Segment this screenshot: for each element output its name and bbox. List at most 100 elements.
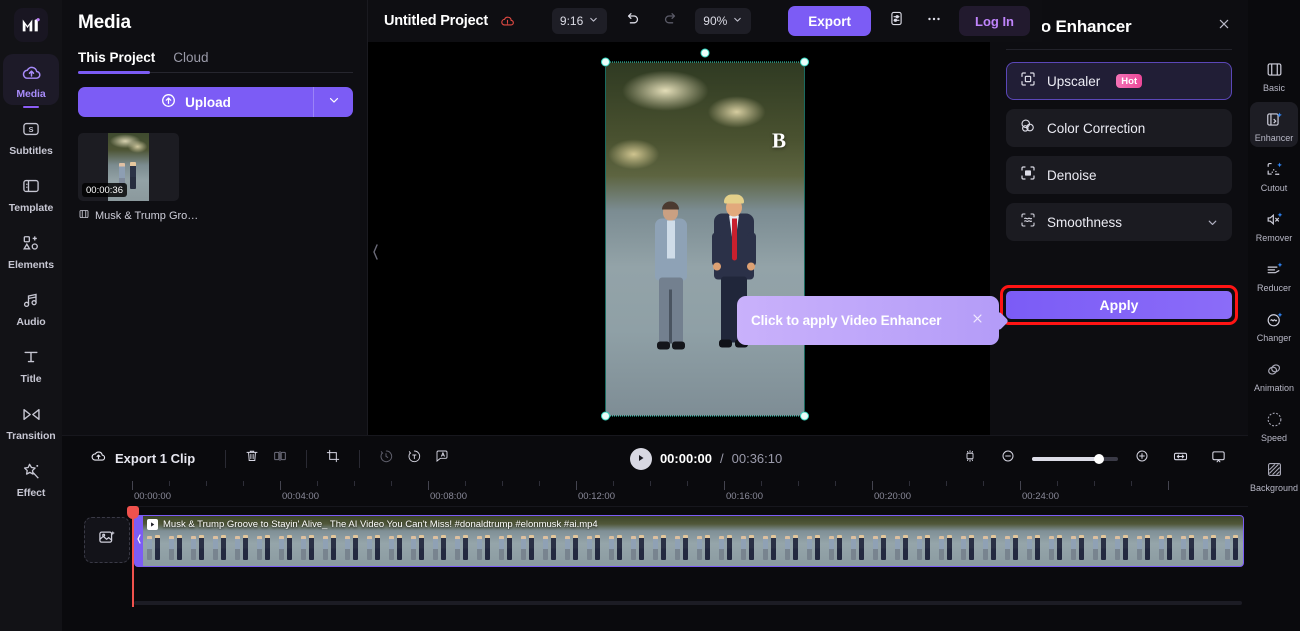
preview-render-button[interactable] — [1204, 446, 1232, 472]
upload-dropdown-button[interactable] — [313, 87, 353, 117]
chevron-down-icon[interactable] — [1206, 216, 1219, 229]
rotate-handle[interactable] — [700, 48, 710, 57]
resize-handle-bottom-right[interactable] — [800, 411, 809, 420]
tab-this-project[interactable]: This Project — [78, 50, 155, 72]
unsaved-cloud-warning-icon[interactable] — [500, 14, 515, 29]
split-button[interactable] — [266, 446, 294, 472]
panel-close-button[interactable] — [1216, 16, 1232, 37]
feature-denoise[interactable]: Denoise — [1006, 156, 1232, 194]
export-button[interactable]: Export — [788, 6, 872, 36]
sidebar-item-elements[interactable]: Elements — [3, 225, 59, 276]
undo-button[interactable] — [619, 8, 645, 34]
play-button[interactable] — [629, 447, 652, 470]
timeline-horizontal-scrollbar[interactable] — [134, 601, 1242, 605]
right-rail-item-basic[interactable]: Basic — [1250, 52, 1298, 97]
snap-magnet-icon — [962, 448, 978, 469]
cloud-upload-icon — [20, 61, 42, 83]
right-rail-item-remover[interactable]: Remover — [1250, 202, 1298, 247]
fit-to-screen-button[interactable] — [1166, 446, 1194, 472]
sidebar-item-title[interactable]: Title — [3, 339, 59, 390]
ruler-label: 00:04:00 — [282, 491, 319, 502]
timeline-zoom-slider[interactable] — [1032, 453, 1118, 464]
timeline-zoom-controls — [956, 446, 1232, 472]
feature-label: Upscaler — [1047, 73, 1101, 89]
sidebar-item-effect[interactable]: Effect — [3, 453, 59, 504]
callout-close-button[interactable] — [970, 311, 985, 331]
elements-shapes-icon — [20, 232, 42, 254]
project-title[interactable]: Untitled Project — [384, 13, 488, 29]
timeline-ruler[interactable]: 00:00:00 00:04:00 00:08:00 00:12:00 00:1… — [132, 481, 1248, 507]
add-image-track-button[interactable] — [84, 517, 130, 563]
zoom-in-button[interactable] — [1128, 446, 1156, 472]
panel-divider — [1006, 49, 1232, 50]
resize-handle-top-left[interactable] — [601, 57, 610, 66]
app-logo — [14, 8, 48, 42]
right-rail-label: Changer — [1256, 333, 1292, 343]
right-rail-item-background[interactable]: Background — [1250, 452, 1298, 497]
zoom-slider-knob[interactable] — [1094, 453, 1104, 464]
clip-trim-handle-left[interactable] — [135, 516, 143, 566]
left-navigation-rail: Media S Subtitles Template Elements Audi… — [0, 0, 62, 631]
resize-handle-bottom-left[interactable] — [601, 411, 610, 420]
right-rail-item-reducer[interactable]: Reducer — [1250, 252, 1298, 297]
sidebar-item-transition[interactable]: Transition — [3, 396, 59, 447]
cloud-upload-icon — [160, 92, 177, 112]
ruler-label: 00:24:00 — [1022, 491, 1059, 502]
right-rail-item-animation[interactable]: Animation — [1250, 352, 1298, 397]
feature-upscaler[interactable]: Upscaler Hot — [1006, 62, 1232, 100]
sidebar-item-media[interactable]: Media — [3, 54, 59, 105]
crop-button[interactable] — [319, 446, 347, 472]
media-thumbnail[interactable]: 00:00:36 — [78, 133, 179, 201]
playhead-knob[interactable] — [127, 506, 139, 519]
auto-caption-button[interactable] — [428, 446, 456, 472]
preview-area: Untitled Project 9:16 90% Export Log In … — [368, 0, 1042, 435]
right-rail-label: Basic — [1262, 83, 1285, 93]
feature-smoothness[interactable]: Smoothness — [1006, 203, 1232, 241]
sidebar-item-label: Media — [16, 88, 46, 100]
resize-handle-top-right[interactable] — [800, 57, 809, 66]
more-options-button[interactable] — [921, 8, 947, 34]
timeline-clip[interactable]: Musk & Trump Groove to Stayin' Alive_ Th… — [134, 515, 1244, 567]
zoom-out-button[interactable] — [994, 446, 1022, 472]
text-to-speech-button[interactable] — [400, 446, 428, 472]
video-canvas[interactable]: B — [601, 48, 809, 420]
media-item[interactable]: 00:00:36 Musk & Trump Gro… — [78, 133, 198, 223]
timeline-playhead[interactable] — [127, 506, 139, 607]
status-badge: Hot — [1116, 74, 1143, 88]
export-settings-button[interactable] — [883, 8, 909, 34]
snap-magnet-button[interactable] — [956, 446, 984, 472]
preview-stage[interactable]: B — [368, 42, 1042, 435]
speed-button[interactable] — [372, 446, 400, 472]
export-clip-button[interactable]: Export 1 Clip — [90, 448, 195, 470]
feature-label: Color Correction — [1047, 120, 1146, 136]
media-item-label: Musk & Trump Gro… — [95, 209, 199, 222]
right-rail-item-speed[interactable]: Speed — [1250, 402, 1298, 447]
right-rail-item-changer[interactable]: Changer — [1250, 302, 1298, 347]
right-rail-label: Reducer — [1256, 283, 1292, 293]
timeline-toolbar: Export 1 Clip 00:00:00 / 00:36:10 — [62, 435, 1248, 481]
sidebar-item-template[interactable]: Template — [3, 168, 59, 219]
right-rail-item-enhancer[interactable]: Enhancer — [1250, 102, 1298, 147]
sidebar-item-label: Transition — [6, 430, 56, 442]
sidebar-item-audio[interactable]: Audio — [3, 282, 59, 333]
zoom-level-select[interactable]: 90% — [695, 8, 752, 34]
login-button[interactable]: Log In — [959, 6, 1031, 36]
media-duration: 00:00:36 — [82, 183, 127, 197]
chevron-down-icon — [588, 14, 599, 28]
split-icon — [272, 448, 288, 469]
upload-button[interactable]: Upload — [78, 87, 313, 117]
chevron-left-icon — [371, 239, 380, 270]
right-rail-label: Remover — [1255, 233, 1293, 243]
tab-cloud[interactable]: Cloud — [173, 50, 208, 72]
apply-button[interactable]: Apply — [1006, 291, 1232, 319]
aspect-ratio-value: 9:16 — [559, 14, 584, 28]
smoothness-waves-icon — [1019, 211, 1037, 234]
delete-button[interactable] — [238, 446, 266, 472]
aspect-ratio-select[interactable]: 9:16 — [551, 8, 608, 34]
right-rail-item-cutout[interactable]: Cutout — [1250, 152, 1298, 197]
redo-button[interactable] — [657, 8, 683, 34]
color-circles-icon — [1019, 117, 1037, 140]
sidebar-item-subtitles[interactable]: S Subtitles — [3, 111, 59, 162]
panel-collapse-button[interactable] — [370, 237, 380, 271]
feature-color-correction[interactable]: Color Correction — [1006, 109, 1232, 147]
